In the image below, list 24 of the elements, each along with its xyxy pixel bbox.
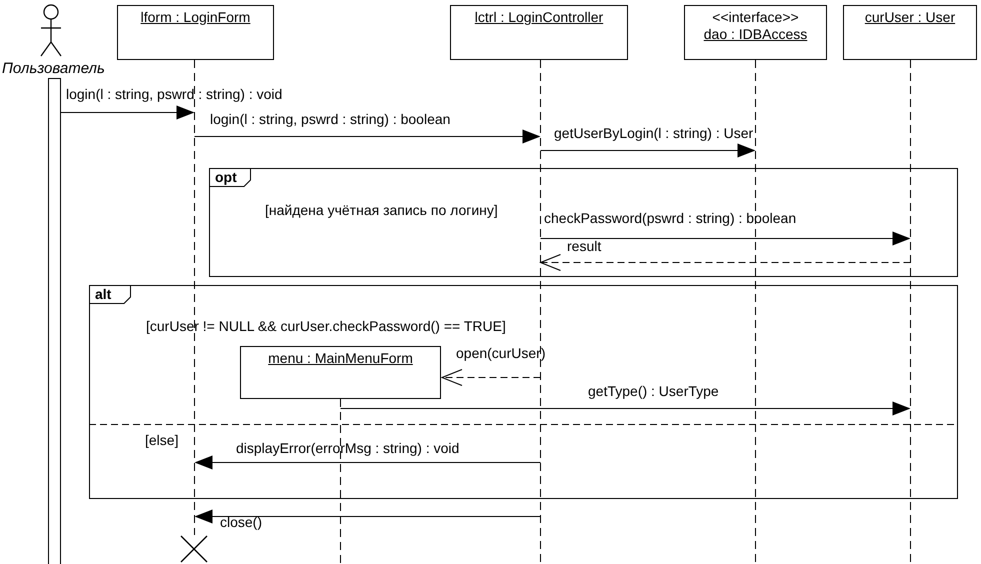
operator-tab — [209, 168, 251, 187]
message-label: getType() : UserType — [588, 383, 719, 400]
guard-condition: [найдена учётная запись по логину] — [265, 202, 498, 219]
message-label: login(l : string, pswrd : string) : boolean — [210, 111, 450, 128]
message-label: login(l : string, pswrd : string) : void — [66, 86, 282, 103]
object-name: lform : LoginForm — [140, 9, 250, 26]
message-label: open(curUser) — [456, 345, 546, 362]
operator-label: alt — [95, 286, 112, 303]
actor-icon — [40, 4, 62, 57]
object-name: dao : IDBAccess — [704, 26, 808, 43]
object-name: lctrl : LoginController — [474, 9, 604, 26]
operator-label: opt — [215, 169, 237, 186]
message-label: checkPassword(pswrd : string) : boolean — [544, 210, 796, 227]
guard-condition: [else] — [145, 432, 178, 449]
operator-tab — [89, 285, 131, 304]
message-label: result — [567, 238, 602, 255]
object-name: curUser : User — [864, 9, 956, 26]
stereotype-label: <<interface>> — [712, 9, 799, 26]
message-label: getUserByLogin(l : string) : User — [554, 125, 754, 142]
object-name: menu : MainMenuForm — [268, 350, 413, 367]
actor-name: Пользователь — [2, 60, 105, 78]
guard-condition: [curUser != NULL && curUser.checkPassword() == TRUE] — [146, 318, 506, 335]
message-label: close() — [220, 514, 262, 531]
message-label: displayError(errorMsg : string) : void — [236, 440, 460, 457]
